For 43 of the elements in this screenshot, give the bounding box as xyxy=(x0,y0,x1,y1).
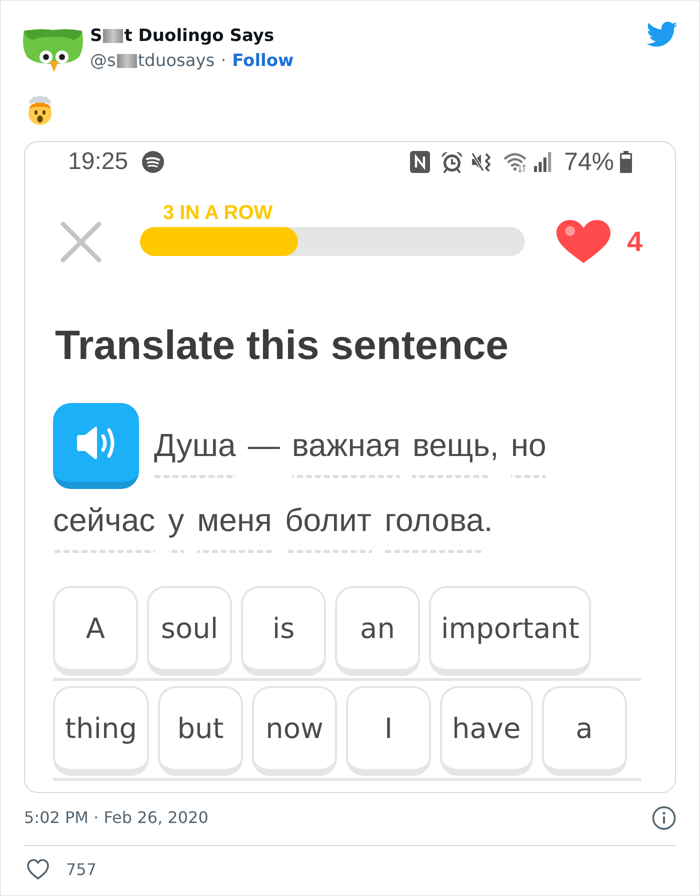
user-handle: @s xyxy=(90,50,116,72)
battery-percent: 74% xyxy=(564,148,614,176)
censor-block xyxy=(116,54,137,68)
word-tile[interactable]: is xyxy=(241,586,326,676)
alarm-clock-icon xyxy=(440,151,463,173)
heart-icon xyxy=(555,219,612,264)
word-tile[interactable]: thing xyxy=(53,686,150,776)
user-handle: tduosays xyxy=(138,50,215,72)
bird-logo-icon xyxy=(645,20,678,47)
clock-time: 19:25 xyxy=(68,148,128,176)
hearts-count: 4 xyxy=(627,226,643,258)
word-tile[interactable]: have xyxy=(440,686,533,776)
word-tile[interactable]: now xyxy=(252,686,338,776)
punctuation-mark: , xyxy=(490,427,499,463)
music-app-icon xyxy=(142,151,164,173)
word-tile[interactable]: soul xyxy=(147,586,232,676)
nfc-icon xyxy=(410,151,430,173)
punctuation-mark: . xyxy=(484,502,493,538)
speaker-button[interactable] xyxy=(53,403,139,489)
word-tile[interactable]: a xyxy=(542,686,627,776)
tweet-timestamp: 5:02 PM · Feb 26, 2020 xyxy=(24,808,208,828)
like-heart-icon[interactable] xyxy=(27,859,49,880)
sentence-word: — xyxy=(248,427,280,465)
censor-block xyxy=(103,29,124,43)
owl-avatar-icon xyxy=(22,28,84,72)
follow-link[interactable]: Follow xyxy=(232,50,294,72)
display-name: S xyxy=(90,25,102,47)
word-tile[interactable]: I xyxy=(346,686,432,776)
word-tile[interactable]: A xyxy=(53,586,138,676)
word-tile[interactable]: an xyxy=(335,586,420,676)
word-tile[interactable]: important xyxy=(429,586,592,676)
streak-label: 3 IN A ROW xyxy=(163,202,273,224)
separator-dot: · xyxy=(220,50,226,72)
like-count: 757 xyxy=(66,860,97,880)
exercise-title: Translate this sentence xyxy=(55,321,508,369)
muted-speaker-icon xyxy=(470,151,493,173)
display-name: t Duolingo Says xyxy=(124,25,274,47)
wifi-icon xyxy=(502,151,527,173)
speaker-icon xyxy=(75,424,117,460)
info-icon[interactable] xyxy=(652,806,676,830)
word-tile[interactable]: but xyxy=(158,686,244,776)
signal-bars-icon xyxy=(534,152,552,172)
battery-icon xyxy=(620,151,632,173)
